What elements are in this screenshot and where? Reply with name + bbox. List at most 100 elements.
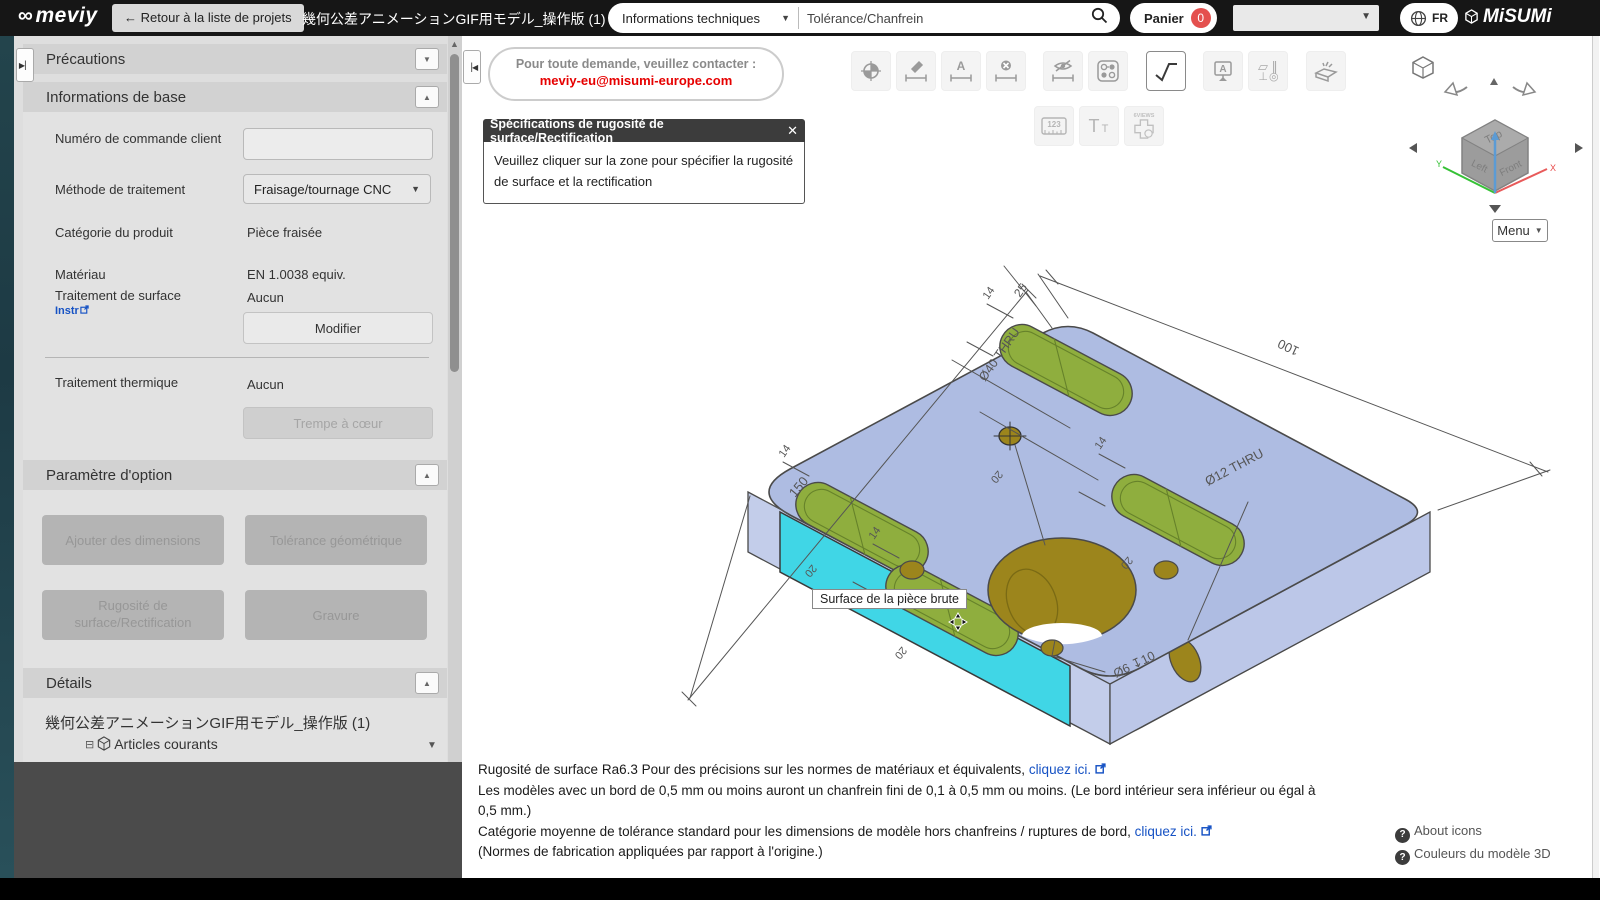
svg-text:X: X [1550, 163, 1556, 173]
section-details[interactable]: Détails ▲ [23, 668, 447, 698]
window-scrollbar[interactable] [1592, 36, 1599, 878]
method-select[interactable]: Fraisage/tournage CNC ▼ [243, 174, 431, 204]
instr-link[interactable]: Instr [55, 305, 89, 317]
tilt-down-icon[interactable] [1489, 205, 1501, 213]
footer-notes: Rugosité de surface Ra6.3 Pour des préci… [478, 760, 1318, 863]
add-dimensions-button: Ajouter des dimensions [42, 515, 224, 565]
model-colors-link[interactable]: ? Couleurs du modèle 3D [1395, 843, 1551, 865]
svg-text:T: T [1102, 123, 1109, 135]
section-options[interactable]: Paramètre d'option ▲ [23, 460, 447, 490]
collapse-toggle-icon[interactable]: ▲ [415, 464, 439, 486]
scroll-up-icon[interactable]: ▲ [450, 39, 459, 49]
delete-dimension-button[interactable] [986, 51, 1026, 91]
rotate-left-icon[interactable] [1443, 81, 1468, 97]
text-dimension-button[interactable]: A [941, 51, 981, 91]
text-size-button[interactable]: TT [1079, 106, 1119, 146]
model-viewport[interactable]: 150 100 25 Ø40 THRU 20 Ø6 ↧10 Ø12 THRU 1… [600, 240, 1560, 760]
background-strip [0, 36, 14, 878]
rotate-right-icon[interactable] [1512, 81, 1537, 97]
datum-target-button[interactable] [851, 51, 891, 91]
edit-dimension-button[interactable] [896, 51, 936, 91]
small-hole[interactable] [1153, 560, 1179, 580]
svg-text:123: 123 [1047, 120, 1061, 129]
search-icon[interactable] [1091, 7, 1108, 29]
roughness-popup: Spécifications de rugosité de surface/Re… [483, 117, 805, 204]
section-base-info[interactable]: Informations de base ▲ [23, 82, 447, 112]
quantity-bar: Quantité 1▼ ?Tarif par quantité Confirme… [14, 762, 462, 878]
svg-text:100: 100 [1275, 336, 1301, 359]
edge-break-button[interactable] [1306, 51, 1346, 91]
move-cursor-icon [948, 612, 968, 632]
meviy-logo[interactable]: ∞meviy [18, 4, 98, 28]
language-button[interactable]: FR [1400, 3, 1458, 33]
engraving-button: Gravure [245, 590, 427, 640]
tree-collapse-icon[interactable]: ⊟ [85, 738, 94, 751]
app-window: ∞meviy ← Retour à la liste de projets 幾何… [0, 0, 1600, 878]
six-views-button[interactable]: 6VIEWS [1124, 106, 1164, 146]
list-scroll-down-icon[interactable]: ▼ [427, 740, 437, 751]
note-line: Rugosité de surface Ra6.3 Pour des préci… [478, 760, 1318, 781]
svg-text:20: 20 [892, 644, 909, 661]
meviy-logo-icon: ∞ [18, 4, 34, 27]
pan-left-icon[interactable] [1409, 143, 1417, 153]
svg-text:T: T [1089, 116, 1100, 136]
modify-button[interactable]: Modifier [243, 312, 433, 344]
method-label: Méthode de traitement [55, 182, 186, 197]
pan-right-icon[interactable] [1575, 143, 1583, 153]
about-icons-link[interactable]: ? About icons [1395, 820, 1551, 843]
misumi-cube-icon [1465, 9, 1478, 24]
divider [45, 357, 429, 358]
tolerance-link[interactable]: cliquez ici. [1135, 824, 1197, 839]
collapse-toggle-icon[interactable]: ▲ [415, 672, 439, 694]
category-value: Pièce fraisée [247, 225, 323, 240]
project-title: 幾何公差アニメーションGIF用モデル_操作版 (1) [302, 11, 606, 27]
viewcube-menu-button[interactable]: Menu ▼ [1492, 219, 1548, 242]
help-icon: ? [1395, 827, 1410, 843]
collapse-toggle-icon[interactable]: ▼ [415, 48, 439, 70]
options-body: Ajouter des dimensions Tolérance géométr… [23, 490, 447, 668]
external-link-icon [80, 305, 89, 314]
tree-item-current-articles[interactable]: ⊟ Articles courants [85, 736, 218, 752]
project-selector-dropdown[interactable]: ▼ [1233, 5, 1379, 31]
heat-treatment-label: Traitement thermique [55, 375, 179, 390]
material-label: Matériau [55, 267, 106, 282]
note-line: 0,5 mm.) [478, 803, 532, 818]
search-input[interactable] [799, 5, 1091, 31]
contact-email[interactable]: meviy-eu@misumi-europe.com [490, 73, 782, 88]
tilt-up-icon[interactable] [1490, 78, 1498, 85]
order-number-input[interactable] [243, 128, 433, 160]
close-icon[interactable]: ✕ [787, 123, 798, 139]
note-line: Catégorie moyenne de tolérance standard … [478, 822, 1318, 843]
geometric-tolerance-tool-button[interactable]: ▱ ∥ ⊥ ◎ [1248, 51, 1288, 91]
section-precautions[interactable]: Précautions ▼ [23, 44, 447, 74]
collapse-toggle-icon[interactable]: ▲ [415, 86, 439, 108]
part-cube-icon [98, 736, 111, 751]
globe-icon [1410, 10, 1427, 26]
back-to-projects-button[interactable]: ← Retour à la liste de projets [112, 4, 304, 32]
misumi-logo: MiSUMi [1464, 6, 1552, 28]
viewcube-widget: Top Left Front Y X [1409, 56, 1583, 213]
dimension-ruler-button[interactable]: 123 [1034, 106, 1074, 146]
sidebar-collapse-handle[interactable]: ▶▏ [16, 48, 34, 82]
category-label: Catégorie du produit [55, 225, 173, 240]
home-view-icon[interactable] [1412, 56, 1434, 79]
chevron-down-icon: ▼ [781, 13, 790, 23]
surface-treatment-value: Aucun [247, 290, 284, 305]
machining-pattern-button[interactable] [1088, 51, 1128, 91]
hide-dimension-button[interactable] [1043, 51, 1083, 91]
chevron-down-icon: ▼ [411, 184, 420, 194]
sidebar-scrollbar-thumb[interactable] [450, 54, 459, 372]
annotation-display-button[interactable]: A [1203, 51, 1243, 91]
external-link-icon [1095, 763, 1106, 774]
cart-button[interactable]: Panier 0 [1130, 3, 1217, 33]
sidebar-panel: Précautions ▼ Informations de base ▲ Num… [14, 36, 462, 762]
back-arrow-icon: ← [124, 10, 137, 25]
material-value: EN 1.0038 equiv. [247, 267, 346, 282]
info-category-dropdown[interactable]: Informations techniques ▼ [608, 7, 799, 29]
material-standards-link[interactable]: cliquez ici. [1029, 762, 1091, 777]
surface-roughness-tool-button[interactable] [1146, 51, 1186, 91]
details-item-title: 幾何公差アニメーションGIF用モデル_操作版 (1) [45, 715, 371, 732]
chevron-down-icon: ▼ [1361, 11, 1371, 22]
small-hole[interactable] [899, 560, 925, 580]
main-collapse-handle[interactable]: ▕◀ [463, 50, 481, 84]
